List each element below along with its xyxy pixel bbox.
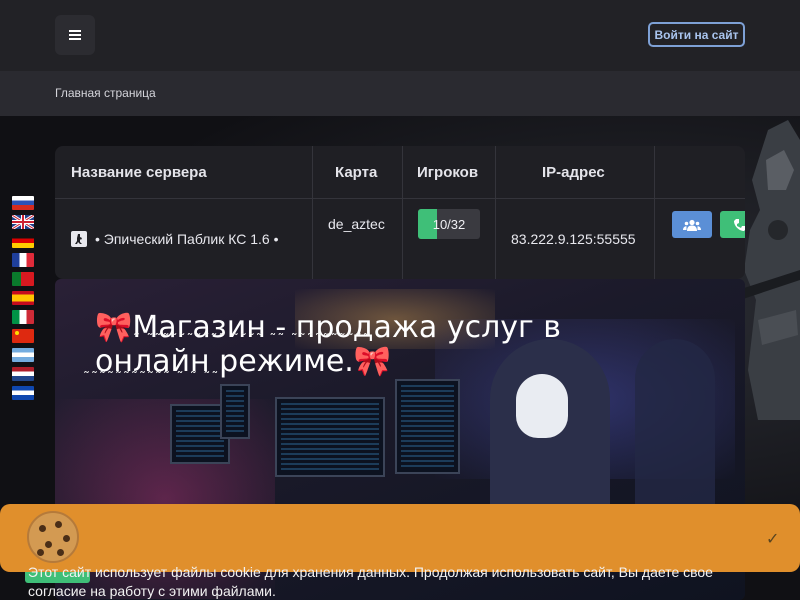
flag-sv-icon[interactable]	[12, 386, 34, 400]
login-button[interactable]: Войти на сайт	[648, 22, 745, 47]
flag-pt-icon[interactable]	[12, 272, 34, 286]
cookie-text: Этот сайт использует файлы cookie для хр…	[28, 564, 713, 599]
server-map: de_aztec	[328, 216, 385, 232]
server-name[interactable]: • Эпический Паблик КС 1.6 •	[95, 231, 278, 247]
flag-it-icon[interactable]	[12, 310, 34, 324]
server-ip[interactable]: 83.222.9.125:55555	[511, 199, 636, 279]
players-progress-bar: 10/32	[418, 209, 480, 239]
language-switcher	[12, 196, 34, 405]
flag-de-icon[interactable]	[12, 234, 34, 248]
server-connect-button[interactable]	[720, 211, 745, 238]
column-divider	[312, 146, 313, 279]
decorative-wave: ˜˜˜˜˜˜˜˜˜˜˜ ˜ ˜ ˜˜	[83, 370, 220, 386]
banner-phone	[220, 384, 250, 439]
banner-monitor	[395, 379, 460, 474]
bow-icon: 🎀	[95, 310, 133, 345]
players-count: 10/32	[432, 216, 466, 232]
server-name-cell[interactable]: • Эпический Паблик КС 1.6 •	[71, 199, 278, 279]
flag-nl-icon[interactable]	[12, 367, 34, 381]
col-header-map: Карта	[335, 163, 378, 181]
decorative-wave: ˜ ˜˜˜˜˜˜˜˜˜˜ ˜˜˜˜ ˜˜ ˜˜˜˜˜˜˜˜˜˜	[133, 332, 371, 348]
col-header-players: Игроков	[417, 163, 479, 181]
connect-icon	[734, 218, 745, 231]
flag-fr-icon[interactable]	[12, 253, 34, 267]
users-icon	[683, 219, 701, 231]
flag-ar-icon[interactable]	[12, 348, 34, 362]
cookie-icon	[27, 511, 79, 563]
column-divider	[654, 146, 655, 279]
hamburger-icon	[69, 30, 81, 40]
flag-ru-icon[interactable]	[12, 196, 34, 210]
breadcrumb-home-link[interactable]: Главная страница	[55, 86, 156, 100]
banner-monitor	[275, 397, 385, 477]
cs-player-icon	[71, 231, 87, 247]
server-table: Название сервера Карта Игроков IP-адрес …	[55, 146, 745, 279]
column-divider	[402, 146, 403, 279]
flag-gb-icon[interactable]	[12, 215, 34, 229]
banner-mask	[516, 374, 568, 438]
menu-button[interactable]	[55, 15, 95, 55]
col-header-ip: IP-адрес	[542, 163, 605, 181]
cookie-banner	[0, 504, 800, 572]
flag-es-icon[interactable]	[12, 291, 34, 305]
soldier-image	[738, 120, 800, 420]
col-header-name: Название сервера	[71, 163, 207, 181]
bow-icon: 🎀	[353, 344, 392, 379]
check-icon[interactable]: ✓	[766, 529, 779, 549]
flag-cn-icon[interactable]	[12, 329, 34, 343]
server-users-button[interactable]	[672, 211, 712, 238]
column-divider	[495, 146, 496, 279]
